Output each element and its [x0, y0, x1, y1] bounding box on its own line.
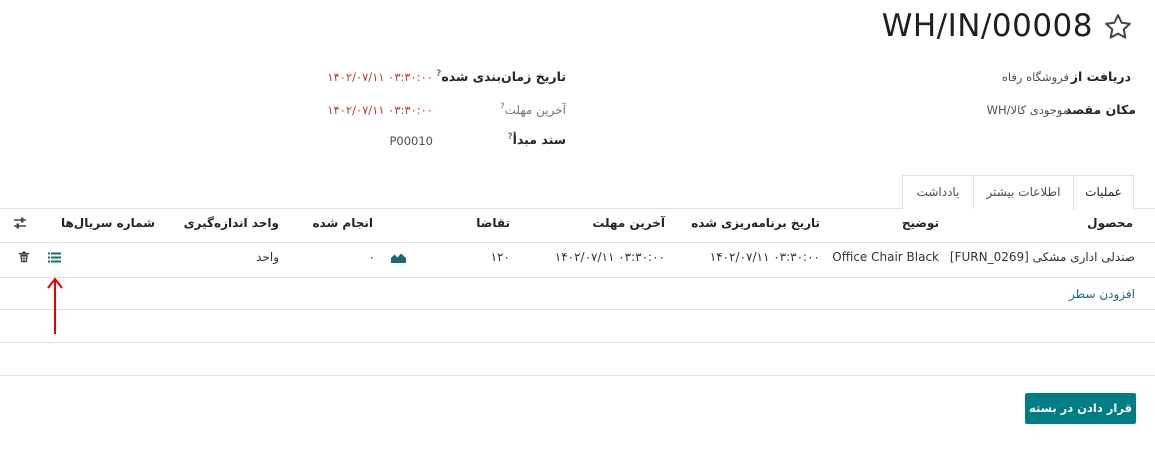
tab-additional-info[interactable]: اطلاعات بیشتر — [973, 175, 1074, 209]
receive-from-field[interactable]: فروشگاه رفاه — [1002, 70, 1069, 84]
put-in-pack-button[interactable]: قرار دادن در بسته — [1025, 393, 1136, 424]
col-scheduled[interactable]: تاریخ برنامه‌ریزی شده — [691, 216, 820, 230]
notebook-tabs: عملیات اطلاعات بیشتر یادداشت — [0, 175, 1155, 210]
row-product[interactable]: [FURN_0269] صندلی اداری مشکی — [950, 250, 1135, 264]
source-document-label: ?سند مبدأ — [507, 132, 566, 148]
optional-columns-icon[interactable] — [13, 216, 27, 230]
destination-field[interactable]: WH/موجودی کالا — [987, 103, 1069, 117]
detailed-operations-list-icon[interactable] — [48, 252, 61, 263]
destination-label: مکان مقصد — [1065, 102, 1136, 117]
col-deadline[interactable]: آخرین مهلت — [592, 216, 665, 230]
col-description[interactable]: توضیح — [902, 216, 939, 230]
source-document-field[interactable]: P00010 — [389, 134, 433, 148]
tab-operations[interactable]: عملیات — [1073, 175, 1134, 210]
row-uom[interactable]: واحد — [256, 250, 279, 264]
forecast-chart-icon[interactable] — [391, 252, 406, 263]
col-uom[interactable]: واحد اندازه‌گیری — [184, 216, 279, 230]
scheduled-date-label: ?تاریخ زمان‌بندی شده — [436, 69, 566, 85]
divider — [0, 342, 1155, 343]
receive-from-label: دریافت از — [1070, 69, 1131, 84]
annotation-arrow-icon — [47, 277, 63, 334]
divider — [0, 242, 1155, 243]
scheduled-date-field[interactable]: ۱۴۰۲/۰۷/۱۱ ۰۳:۳۰:۰۰ — [327, 70, 433, 84]
row-deadline[interactable]: ۱۴۰۲/۰۷/۱۱ ۰۳:۳۰:۰۰ — [555, 250, 665, 264]
row-scheduled[interactable]: ۱۴۰۲/۰۷/۱۱ ۰۳:۳۰:۰۰ — [710, 250, 820, 264]
col-demand[interactable]: تقاضا — [476, 216, 510, 230]
col-done[interactable]: انجام شده — [312, 216, 373, 230]
divider — [0, 375, 1155, 376]
page-title: WH/IN/00008 — [881, 8, 1093, 44]
add-line-link[interactable]: افزودن سطر — [1069, 287, 1135, 301]
divider — [0, 309, 1155, 310]
deadline-field[interactable]: ۱۴۰۲/۰۷/۱۱ ۰۳:۳۰:۰۰ — [327, 103, 433, 117]
row-demand[interactable]: ۱۲۰ — [491, 250, 510, 264]
divider — [0, 277, 1155, 278]
col-serials[interactable]: شماره سریال‌ها — [61, 216, 155, 230]
trash-icon[interactable] — [18, 251, 30, 263]
row-done[interactable]: ۰ — [369, 250, 375, 264]
row-description[interactable]: Office Chair Black — [832, 250, 939, 264]
col-product[interactable]: محصول — [1087, 216, 1133, 230]
deadline-label: ?آخرین مهلت — [499, 102, 566, 117]
star-icon[interactable] — [1103, 12, 1133, 42]
tab-note[interactable]: یادداشت — [902, 175, 974, 209]
